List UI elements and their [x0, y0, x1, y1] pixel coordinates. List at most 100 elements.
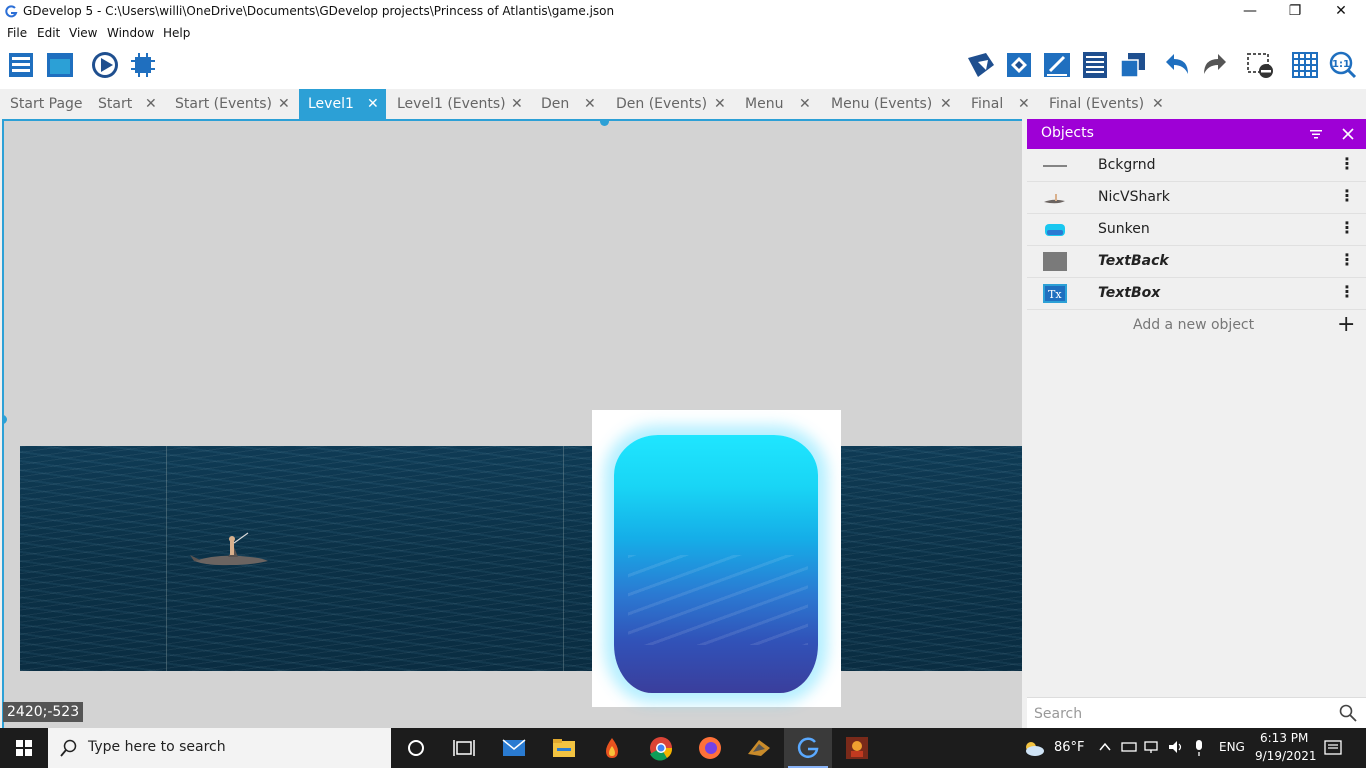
- tab-close-icon[interactable]: ✕: [1152, 89, 1164, 119]
- resize-handle-top[interactable]: [600, 121, 609, 126]
- tab-close-icon[interactable]: ✕: [1018, 89, 1030, 119]
- tab-close-icon[interactable]: ✕: [714, 89, 726, 119]
- undo-icon[interactable]: [1162, 50, 1192, 80]
- background-ocean-instance[interactable]: [20, 446, 1022, 671]
- tab-label: Final (Events): [1049, 96, 1145, 112]
- notifications-icon[interactable]: [1323, 739, 1343, 757]
- restore-button[interactable]: ❐: [1272, 0, 1318, 24]
- instances-list-icon[interactable]: [1080, 50, 1110, 80]
- more-options-icon[interactable]: ⋮: [1339, 186, 1355, 205]
- minimize-button[interactable]: —: [1227, 0, 1273, 24]
- windows-taskbar: Type here to search 86°F ENG 6:13 PM 9/1…: [0, 728, 1366, 768]
- nicvshark-sprite[interactable]: [190, 531, 270, 571]
- close-panel-icon[interactable]: [1342, 128, 1354, 140]
- more-options-icon[interactable]: ⋮: [1339, 282, 1355, 301]
- cortana-icon[interactable]: [392, 728, 440, 768]
- tab-close-icon[interactable]: ✕: [511, 89, 523, 119]
- scene-editor-icon[interactable]: [45, 50, 75, 80]
- tab-final[interactable]: Final ✕: [961, 89, 1034, 119]
- tab-level1-events[interactable]: Level1 (Events) ✕: [387, 89, 527, 119]
- menu-view[interactable]: View: [69, 26, 97, 40]
- windows-start-icon[interactable]: [0, 728, 48, 768]
- menu-edit[interactable]: Edit: [37, 26, 60, 40]
- menu-help[interactable]: Help: [163, 26, 190, 40]
- objects-panel-title: Objects: [1041, 125, 1094, 141]
- object-item-nicvshark[interactable]: NicVShark ⋮: [1027, 182, 1366, 214]
- tab-close-icon[interactable]: ✕: [145, 89, 157, 119]
- app-icon[interactable]: [735, 728, 783, 768]
- clock-time[interactable]: 6:13 PM: [1260, 731, 1308, 745]
- chevron-up-icon[interactable]: [1098, 741, 1112, 753]
- tab-den-events[interactable]: Den (Events) ✕: [606, 89, 731, 119]
- objects-search-input[interactable]: [1027, 698, 1336, 729]
- tab-den[interactable]: Den ✕: [531, 89, 601, 119]
- tab-close-icon[interactable]: ✕: [278, 89, 290, 119]
- object-item-textbox[interactable]: Tx TextBox ⋮: [1027, 278, 1366, 310]
- grid-icon[interactable]: [1290, 50, 1320, 80]
- sunken-sprite[interactable]: [592, 410, 841, 707]
- chrome-icon[interactable]: [637, 728, 685, 768]
- tab-start-events[interactable]: Start (Events) ✕: [165, 89, 295, 119]
- title-bar: GDevelop 5 - C:\Users\willi\OneDrive\Doc…: [0, 0, 1366, 24]
- gdevelop-logo-icon: [5, 5, 18, 18]
- game-app-icon[interactable]: [833, 728, 881, 768]
- sunken-ruins-image: [614, 435, 818, 693]
- fire-app-icon[interactable]: [588, 728, 636, 768]
- properties-edit-icon[interactable]: [1042, 50, 1072, 80]
- close-window-button[interactable]: ✕: [1318, 0, 1364, 24]
- tab-start-page[interactable]: Start Page: [0, 89, 84, 119]
- plus-icon[interactable]: +: [1337, 312, 1355, 337]
- object-item-textback[interactable]: TextBack ⋮: [1027, 246, 1366, 278]
- layers-icon[interactable]: [1118, 50, 1148, 80]
- input-language[interactable]: ENG: [1219, 740, 1245, 754]
- tab-close-icon[interactable]: ✕: [799, 89, 811, 119]
- shark-thumbnail-icon: [1044, 194, 1065, 204]
- more-options-icon[interactable]: ⋮: [1339, 250, 1355, 269]
- clock-date[interactable]: 9/19/2021: [1255, 749, 1317, 763]
- menu-file[interactable]: File: [7, 26, 27, 40]
- filter-icon[interactable]: [1309, 128, 1323, 140]
- redo-icon[interactable]: [1200, 50, 1230, 80]
- menu-window[interactable]: Window: [107, 26, 154, 40]
- tab-start[interactable]: Start ✕: [88, 89, 160, 119]
- zoom-reset-icon[interactable]: 1:1: [1328, 50, 1358, 80]
- tile-seam: [563, 446, 564, 671]
- object-item-sunken[interactable]: Sunken ⋮: [1027, 214, 1366, 246]
- task-view-icon[interactable]: [440, 728, 488, 768]
- more-options-icon[interactable]: ⋮: [1339, 218, 1355, 237]
- tab-close-icon[interactable]: ✕: [940, 89, 952, 119]
- tab-close-icon[interactable]: ✕: [584, 89, 596, 119]
- weather-cloud-icon[interactable]: [1022, 739, 1046, 757]
- object-name: NicVShark: [1098, 189, 1170, 205]
- tab-level1[interactable]: Level1 ✕: [299, 89, 386, 119]
- search-icon[interactable]: [1339, 704, 1357, 722]
- network-icon[interactable]: [1144, 740, 1162, 754]
- tab-final-events[interactable]: Final (Events) ✕: [1039, 89, 1169, 119]
- more-options-icon[interactable]: ⋮: [1339, 154, 1355, 173]
- sunken-thumbnail-icon: [1045, 224, 1065, 236]
- project-manager-icon[interactable]: [7, 50, 37, 80]
- device-icon[interactable]: [1120, 740, 1138, 754]
- file-explorer-icon[interactable]: [540, 728, 588, 768]
- volume-icon[interactable]: [1167, 740, 1185, 754]
- taskbar-search-box[interactable]: Type here to search: [48, 728, 391, 768]
- object-groups-icon[interactable]: [966, 50, 996, 80]
- weather-temperature[interactable]: 86°F: [1054, 740, 1085, 755]
- mask-toggle-icon[interactable]: [1245, 50, 1275, 80]
- objects-panel-icon[interactable]: [1004, 50, 1034, 80]
- scene-canvas[interactable]: [2, 119, 1022, 728]
- object-item-bckgrnd[interactable]: Bckgrnd ⋮: [1027, 150, 1366, 182]
- add-new-object-button[interactable]: Add a new object +: [1027, 311, 1366, 341]
- tab-close-icon[interactable]: ✕: [367, 89, 379, 119]
- tab-label: Menu: [745, 96, 784, 112]
- gdevelop-taskbar-item[interactable]: [784, 728, 832, 768]
- firefox-icon[interactable]: [686, 728, 734, 768]
- tab-menu-events[interactable]: Menu (Events) ✕: [821, 89, 957, 119]
- microphone-icon[interactable]: [1192, 739, 1206, 757]
- tab-menu[interactable]: Menu ✕: [735, 89, 816, 119]
- preview-play-icon[interactable]: [90, 50, 120, 80]
- resize-handle-left[interactable]: [4, 415, 7, 424]
- debugger-icon[interactable]: [128, 50, 158, 80]
- object-name: Bckgrnd: [1098, 157, 1156, 173]
- mail-icon[interactable]: [490, 728, 538, 768]
